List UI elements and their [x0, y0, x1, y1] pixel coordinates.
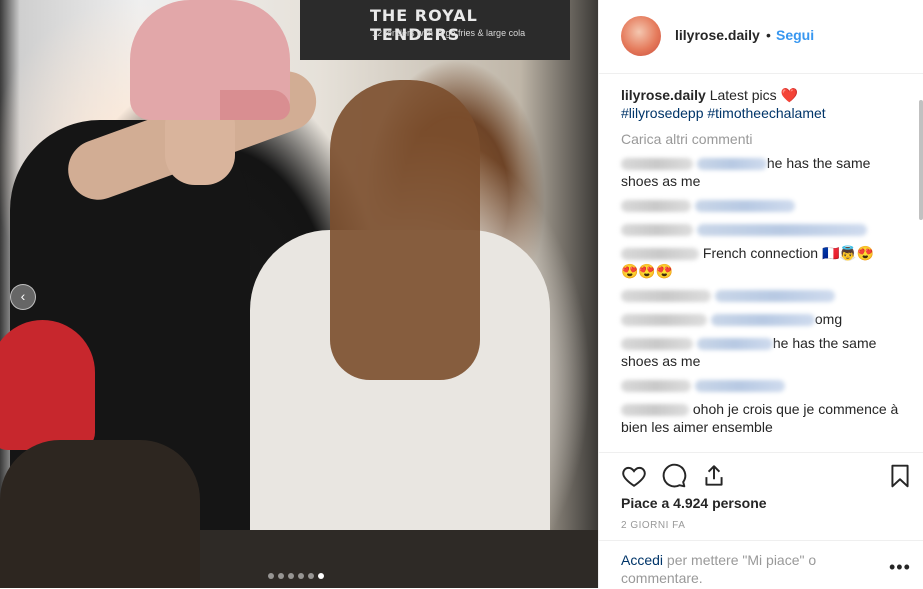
comment-username-blurred[interactable]	[621, 200, 691, 213]
comment: ohoh je crois que je commence à bien les…	[621, 400, 911, 436]
carousel-dot[interactable]	[288, 573, 294, 579]
heart-icon[interactable]	[621, 463, 647, 489]
comment	[621, 376, 911, 394]
comment: French connection 🇫🇷👼😍 😍😍😍	[621, 244, 911, 280]
comment-icon[interactable]	[661, 463, 687, 489]
post-photo[interactable]: THE ROYAL TENDERS 12 tenders with large …	[0, 0, 598, 588]
sign-title: THE ROYAL TENDERS	[370, 6, 478, 44]
carousel-dot[interactable]	[298, 573, 304, 579]
carousel-prev-button[interactable]: ‹	[10, 284, 36, 310]
comment-text: 😍😍😍	[621, 263, 674, 279]
comment-username-blurred[interactable]	[621, 404, 689, 417]
login-prompt: Accedi per mettere "Mi piace" o commenta…	[621, 551, 861, 587]
comment-username-blurred[interactable]	[621, 224, 693, 237]
comment-mention-blurred[interactable]	[696, 338, 773, 351]
comment-mention-blurred[interactable]	[696, 224, 867, 237]
caption-tags[interactable]: #lilyrosedepp #timotheechalamet	[621, 105, 826, 121]
comment-text: French connection 🇫🇷👼😍	[702, 245, 875, 261]
comment	[621, 286, 911, 304]
carousel-dots	[268, 573, 324, 579]
caption: lilyrose.daily Latest pics ❤️ #lilyrosed…	[621, 86, 911, 122]
comment: he has the same shoes as me	[621, 154, 911, 190]
avatar[interactable]	[621, 16, 661, 56]
red-cap	[0, 320, 95, 450]
comment-username-blurred[interactable]	[621, 158, 693, 171]
follow-button[interactable]: Segui	[776, 27, 814, 43]
post-header: lilyrose.daily • Segui	[599, 0, 923, 74]
bookmark-icon[interactable]	[887, 463, 913, 489]
comment-mention-blurred[interactable]	[696, 158, 767, 171]
carousel-dot[interactable]	[278, 573, 284, 579]
caption-text: Latest pics ❤️	[709, 87, 798, 103]
carousel-dot[interactable]	[268, 573, 274, 579]
more-options-button[interactable]: •••	[889, 557, 911, 578]
likes-count[interactable]: Piace a 4.924 persone	[621, 495, 767, 511]
comment-username-blurred[interactable]	[621, 338, 693, 351]
comment-username-blurred[interactable]	[621, 314, 707, 327]
comment-text: omg	[814, 311, 843, 327]
post-date: 2 GIORNI FA	[621, 520, 686, 531]
comment-mention-blurred[interactable]	[710, 314, 815, 327]
follow-separator: •	[766, 27, 771, 43]
comment-mention-blurred[interactable]	[714, 290, 835, 303]
comment: omg	[621, 310, 911, 328]
hair	[330, 80, 480, 380]
load-more-comments[interactable]: Carica altri commenti	[621, 130, 911, 148]
chevron-left-icon: ‹	[20, 288, 26, 304]
login-link[interactable]: Accedi	[621, 552, 663, 568]
comments-list: lilyrose.daily Latest pics ❤️ #lilyrosed…	[621, 86, 911, 436]
comment: he has the same shoes as me	[621, 334, 911, 370]
comment-mention-blurred[interactable]	[694, 380, 785, 393]
comment-username-blurred[interactable]	[621, 290, 711, 303]
header-username[interactable]: lilyrose.daily	[675, 27, 760, 43]
comment	[621, 220, 911, 238]
carousel-dot-active[interactable]	[318, 573, 324, 579]
caption-username[interactable]: lilyrose.daily	[621, 87, 706, 103]
counter	[200, 530, 598, 588]
share-icon[interactable]	[701, 463, 727, 489]
foreground-person	[0, 440, 200, 588]
post-footer: Accedi per mettere "Mi piace" o commenta…	[599, 540, 923, 589]
sign-subtitle: 12 tenders with large fries & large cola	[372, 28, 526, 38]
comments-scrollbar[interactable]	[919, 100, 923, 220]
menu-sign: THE ROYAL TENDERS 12 tenders with large …	[300, 0, 570, 60]
comment	[621, 196, 911, 214]
comment-mention-blurred[interactable]	[694, 200, 795, 213]
post-sidebar: lilyrose.daily • Segui lilyrose.daily La…	[598, 0, 923, 588]
comment-username-blurred[interactable]	[621, 380, 691, 393]
post-actions	[599, 452, 923, 498]
pink-cap-brim	[220, 90, 290, 120]
comment-username-blurred[interactable]	[621, 248, 699, 261]
carousel-dot[interactable]	[308, 573, 314, 579]
